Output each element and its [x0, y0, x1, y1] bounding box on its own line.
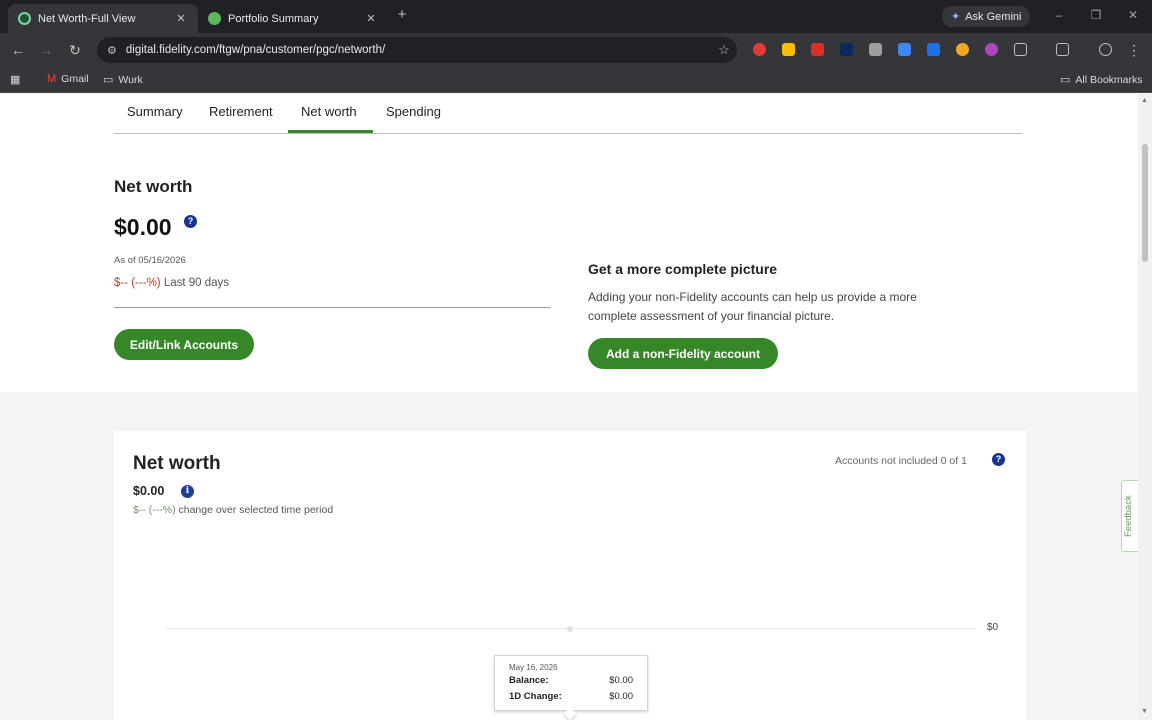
scroll-down-icon[interactable]: ▼ [1141, 708, 1148, 715]
tooltip-date: May 16, 2026 [509, 663, 558, 672]
browser-toolbar: ← → ↻ ⚙ digital.fidelity.com/ftgw/pna/cu… [0, 33, 1152, 67]
tooltip-arrow [562, 707, 578, 720]
tooltip-balance-label: Balance: [509, 675, 549, 686]
close-window-icon[interactable]: ✕ [1126, 8, 1140, 22]
bookmark-label: Gmail [61, 73, 89, 85]
add-non-fidelity-account-button[interactable]: Add a non-Fidelity account [588, 338, 778, 369]
ask-gemini-label: Ask Gemini [965, 10, 1022, 23]
help-icon[interactable]: ? [184, 215, 197, 228]
networth-amount: $0.00 [114, 214, 172, 240]
networth-change: $-- (---%) Last 90 days [114, 277, 229, 289]
bookmark-wurk[interactable]: ▭ Wurk [103, 73, 143, 87]
tab-close-icon[interactable]: ✕ [174, 12, 188, 25]
page-scrollbar[interactable]: ▲ ▼ [1138, 94, 1152, 720]
extension-icon[interactable] [753, 43, 766, 56]
y-axis-tick-label: $0 [987, 622, 999, 633]
change-period: Last 90 days [163, 277, 230, 289]
browser-tab-strip: Net Worth-Full View ✕ Portfolio Summary … [0, 0, 1152, 33]
profile-avatar-icon[interactable] [1099, 43, 1112, 56]
tooltip-balance-row: Balance: $0.00 [509, 675, 633, 686]
tab-net-worth[interactable]: Net worth [301, 104, 357, 119]
networth-chart-card: Net worth $0.00 i $-- (---%) change over… [114, 431, 1026, 720]
feedback-tab[interactable]: Feedback [1121, 480, 1138, 552]
feedback-label: Feedback [1123, 495, 1134, 537]
fidelity-favicon-icon [18, 12, 31, 25]
chart-tooltip: May 16, 2026 Balance: $0.00 1D Change: $… [494, 655, 648, 720]
forward-arrow-icon[interactable]: → [38, 42, 54, 58]
extensions-puzzle-icon[interactable] [1014, 43, 1027, 56]
reading-list-icon[interactable] [1056, 43, 1069, 56]
bookmark-gmail[interactable]: M Gmail [47, 73, 89, 85]
change-text: change over selected time period [178, 504, 334, 516]
chart-data-point[interactable] [567, 626, 573, 632]
tooltip-change-value: $0.00 [609, 691, 633, 702]
info-icon[interactable]: i [181, 485, 194, 498]
tooltip-change-label: 1D Change: [509, 691, 562, 702]
browser-tab-networth[interactable]: Net Worth-Full View ✕ [8, 4, 198, 33]
tab-retirement[interactable]: Retirement [209, 104, 273, 119]
site-settings-icon[interactable]: ⚙ [107, 44, 117, 57]
complete-picture-description: Adding your non-Fidelity accounts can he… [588, 290, 917, 323]
folder-icon: ▭ [103, 74, 114, 86]
tooltip-change-row: 1D Change: $0.00 [509, 691, 633, 702]
browser-tab-portfolio[interactable]: Portfolio Summary ✕ [198, 4, 388, 33]
accounts-not-included[interactable]: Accounts not included 0 of 1 [835, 455, 967, 467]
tab-title: Net Worth-Full View [38, 12, 136, 25]
chart-card-change: $-- (---%) change over selected time per… [133, 504, 333, 516]
change-value: $-- (---%) [133, 504, 176, 516]
as-of-date: As of 05/16/2026 [114, 255, 186, 266]
complete-picture-heading: Get a more complete picture [588, 261, 778, 277]
tab-spending[interactable]: Spending [386, 104, 441, 119]
bookmark-star-icon[interactable]: ☆ [711, 42, 737, 58]
folder-icon: ▭ [1060, 74, 1071, 86]
extension-icon[interactable] [869, 43, 882, 56]
chart-card-heading: Net worth [133, 453, 221, 474]
tab-close-icon[interactable]: ✕ [364, 12, 378, 25]
extension-icon[interactable] [985, 43, 998, 56]
help-icon[interactable]: ? [992, 453, 1005, 466]
tooltip-balance-value: $0.00 [609, 675, 633, 686]
scrollbar-thumb[interactable] [1142, 144, 1148, 262]
fidelity-favicon-icon [208, 12, 221, 25]
gmail-icon: M [47, 73, 57, 85]
menu-kebab-icon[interactable]: ⋮ [1126, 42, 1142, 58]
back-arrow-icon[interactable]: ← [10, 42, 26, 58]
new-tab-button[interactable]: + [394, 7, 410, 23]
ask-gemini-button[interactable]: ✦ Ask Gemini [942, 6, 1031, 27]
networth-summary-section: Summary Retirement Net worth Spending Ne… [0, 94, 1138, 392]
chart-card-amount: $0.00 [133, 484, 165, 498]
tab-title: Portfolio Summary [228, 12, 319, 25]
acrobat-icon[interactable] [811, 43, 824, 56]
networth-heading: Net worth [114, 177, 193, 196]
bookmarks-bar: ▦ M Gmail ▭ Wurk ▭ All Bookmarks [0, 67, 1152, 93]
gemini-sparkle-icon: ✦ [951, 11, 961, 23]
bookmark-label: Wurk [118, 73, 143, 86]
photoshop-icon[interactable] [840, 43, 853, 56]
translate-icon[interactable] [927, 43, 940, 56]
all-bookmarks[interactable]: ▭ All Bookmarks [1060, 73, 1143, 87]
all-bookmarks-label: All Bookmarks [1075, 73, 1143, 86]
extension-icon[interactable] [956, 43, 969, 56]
section-divider [114, 307, 551, 308]
apps-grid-icon[interactable]: ▦ [10, 73, 25, 86]
google-drive-icon[interactable] [782, 43, 795, 56]
change-value: $-- (---%) [114, 277, 161, 289]
edit-link-accounts-button[interactable]: Edit/Link Accounts [114, 329, 254, 360]
active-tab-indicator [288, 130, 373, 133]
url-text: digital.fidelity.com/ftgw/pna/customer/p… [125, 44, 386, 56]
minimize-icon[interactable]: – [1052, 8, 1066, 22]
maximize-icon[interactable]: ❐ [1089, 8, 1103, 22]
page-content: Summary Retirement Net worth Spending Ne… [0, 94, 1138, 720]
reload-icon[interactable]: ↻ [67, 42, 83, 58]
tab-summary[interactable]: Summary [127, 104, 183, 119]
scroll-up-icon[interactable]: ▲ [1141, 97, 1148, 104]
extension-icon[interactable] [898, 43, 911, 56]
address-bar[interactable]: ⚙ digital.fidelity.com/ftgw/pna/customer… [97, 37, 737, 63]
sub-navigation: Summary Retirement Net worth Spending [114, 94, 1022, 134]
